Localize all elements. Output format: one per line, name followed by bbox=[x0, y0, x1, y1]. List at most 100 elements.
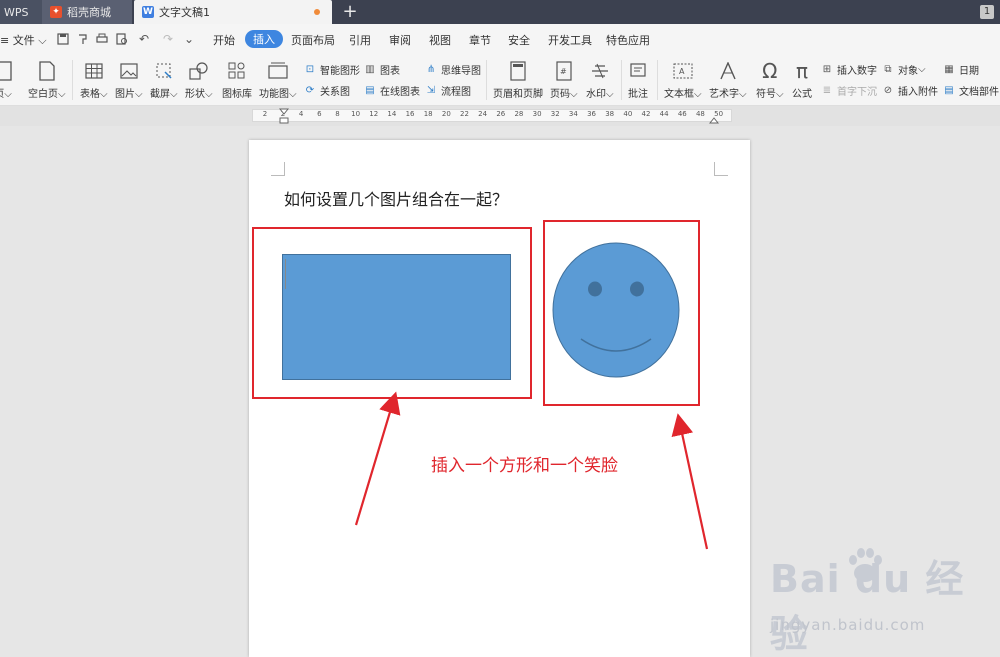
chevron-down-icon: ⌵ bbox=[34, 34, 47, 47]
function-chart-label: 功能图⌵ bbox=[259, 89, 297, 100]
icon-library-icon bbox=[226, 60, 248, 82]
watermark-button[interactable]: 水印⌵ bbox=[586, 60, 614, 100]
page-number-button[interactable]: # 页码⌵ bbox=[550, 60, 578, 100]
object-button[interactable]: ⧉ 对象 ⌵ bbox=[881, 62, 925, 77]
header-footer-button[interactable]: 页眉和页脚 bbox=[493, 60, 543, 100]
tab-insert[interactable]: 插入 bbox=[245, 30, 283, 48]
ruler-tick-label: 24 bbox=[478, 110, 488, 118]
watermark-icon bbox=[589, 60, 611, 82]
menu-file-button[interactable]: ≡ 文件 ⌵ bbox=[0, 32, 47, 48]
smart-shape-label: 智能图形 bbox=[320, 66, 360, 77]
tab-home[interactable]: 开始 bbox=[213, 32, 235, 48]
table-icon bbox=[83, 60, 105, 82]
ruler-tick-label: 30 bbox=[532, 110, 542, 118]
arrow-to-smiley bbox=[671, 413, 709, 550]
object-label: 对象 bbox=[898, 66, 918, 77]
pi-formula-icon: π bbox=[795, 59, 809, 83]
function-chart-button[interactable]: 功能图⌵ bbox=[259, 60, 297, 100]
right-indent-marker-icon[interactable] bbox=[709, 108, 719, 124]
tab-references[interactable]: 引用 bbox=[349, 32, 371, 48]
drop-cap-icon: ≣ bbox=[822, 85, 832, 96]
save-icon[interactable] bbox=[55, 31, 71, 47]
date-button[interactable]: ▦ 日期 bbox=[942, 62, 979, 77]
header-footer-label: 页眉和页脚 bbox=[493, 89, 543, 100]
writer-doc-icon: W bbox=[142, 6, 154, 18]
textbox-icon: A bbox=[672, 60, 694, 82]
screenshot-label: 截屏⌵ bbox=[150, 89, 178, 100]
picture-button[interactable]: 图片⌵ bbox=[115, 60, 143, 100]
symbol-label: 符号⌵ bbox=[756, 89, 784, 100]
menu-file-label: 文件 bbox=[12, 34, 35, 47]
screenshot-button[interactable]: 截屏⌵ bbox=[150, 60, 178, 100]
ruler-tick-label: 32 bbox=[550, 110, 560, 118]
ruler-tick-label: 48 bbox=[695, 110, 705, 118]
icon-library-button[interactable]: 图标库 bbox=[222, 60, 252, 100]
symbol-button[interactable]: Ω 符号⌵ bbox=[756, 59, 784, 100]
tab-security[interactable]: 安全 bbox=[508, 32, 530, 48]
table-button[interactable]: 表格⌵ bbox=[80, 60, 108, 100]
ribbon-divider bbox=[486, 60, 487, 100]
document-page[interactable]: 如何设置几个图片组合在一起？ 插入一个方形和一个笑脸 bbox=[249, 140, 750, 657]
quick-access-dropdown-icon[interactable]: ⌄ bbox=[181, 31, 197, 47]
ruler-tick-label: 14 bbox=[387, 110, 397, 118]
ruler-tick-label: 42 bbox=[641, 110, 651, 118]
print-icon[interactable] bbox=[94, 31, 110, 47]
print-preview-icon[interactable] bbox=[114, 31, 130, 47]
wordart-button[interactable]: 艺术字⌵ bbox=[709, 60, 747, 100]
tab-review[interactable]: 审阅 bbox=[389, 32, 411, 48]
mindmap-icon: ⋔ bbox=[426, 64, 436, 75]
flowchart-icon: ⇲ bbox=[426, 85, 436, 96]
shape-button[interactable]: 形状⌵ bbox=[185, 60, 213, 100]
date-label: 日期 bbox=[959, 66, 979, 77]
tab-wps-label: WPS bbox=[4, 5, 29, 19]
tab-page-layout[interactable]: 页面布局 bbox=[291, 32, 335, 48]
table-label: 表格⌵ bbox=[80, 89, 108, 100]
drop-cap-button[interactable]: ≣ 首字下沉 bbox=[820, 83, 877, 98]
watermark-label: 水印⌵ bbox=[586, 89, 614, 100]
ribbon-divider bbox=[657, 60, 658, 100]
cover-page-icon bbox=[0, 60, 14, 82]
insert-ribbon: 页⌵ 空白页⌵ 表格⌵ 图片⌵ 截屏⌵ 形状⌵ 图标库 功能图⌵ ⊡ 智能图形 ▥… bbox=[0, 54, 1000, 106]
tab-store-label: 稻壳商城 bbox=[67, 6, 111, 19]
relation-chart-button[interactable]: ⟳ 关系图 bbox=[303, 83, 350, 98]
smart-shape-button[interactable]: ⊡ 智能图形 bbox=[303, 62, 360, 77]
tab-special-apps[interactable]: 特色应用 bbox=[606, 32, 650, 48]
flowchart-button[interactable]: ⇲ 流程图 bbox=[424, 83, 471, 98]
tab-view[interactable]: 视图 bbox=[429, 32, 451, 48]
format-painter-icon[interactable] bbox=[75, 31, 91, 47]
redo-icon[interactable]: ↷ bbox=[160, 31, 176, 47]
ruler-tick-label: 44 bbox=[659, 110, 669, 118]
tab-docer-store[interactable]: ✦ 稻壳商城 bbox=[42, 0, 132, 24]
horizontal-ruler[interactable]: 2 2 4 6 8 10 12 14 16 18 20 22 24 26 28 30 32 34 36 38 40 42 4… bbox=[0, 106, 1000, 126]
textbox-label: 文本框⌵ bbox=[664, 89, 702, 100]
doc-part-button[interactable]: ▤ 文档部件 bbox=[942, 83, 999, 98]
comment-button[interactable]: 批注 bbox=[627, 60, 649, 100]
online-chart-label: 在线图表 bbox=[380, 87, 420, 98]
tab-wps[interactable]: WPS bbox=[0, 0, 42, 24]
textbox-button[interactable]: A 文本框⌵ bbox=[664, 60, 702, 100]
calendar-icon: ▦ bbox=[944, 64, 954, 75]
indent-marker-icon[interactable] bbox=[279, 108, 289, 124]
paperclip-icon: ⊘ bbox=[883, 85, 893, 96]
mindmap-button[interactable]: ⋔ 思维导图 bbox=[424, 62, 481, 77]
relation-chart-icon: ⟳ bbox=[305, 85, 315, 96]
insert-number-button[interactable]: ⊞ 插入数字 bbox=[820, 62, 877, 77]
chart-button[interactable]: ▥ 图表 bbox=[363, 62, 400, 77]
new-tab-plus-icon[interactable]: + bbox=[340, 1, 360, 23]
header-footer-icon bbox=[507, 60, 529, 82]
online-chart-button[interactable]: ▤ 在线图表 bbox=[363, 83, 420, 98]
blank-page-button[interactable]: 空白页⌵ bbox=[28, 60, 66, 100]
drop-cap-label: 首字下沉 bbox=[837, 87, 877, 98]
page-number-icon: # bbox=[553, 60, 575, 82]
undo-icon[interactable]: ↶ bbox=[136, 31, 152, 47]
insert-attachment-button[interactable]: ⊘ 插入附件 bbox=[881, 83, 938, 98]
ruler-tick-label: 20 bbox=[441, 110, 451, 118]
formula-button[interactable]: π 公式 bbox=[791, 59, 813, 100]
cover-page-button[interactable]: 页⌵ bbox=[0, 60, 14, 100]
ruler-tick-label: 10 bbox=[351, 110, 361, 118]
tab-chapter[interactable]: 章节 bbox=[469, 32, 491, 48]
tab-document[interactable]: W 文字文稿1 bbox=[134, 0, 332, 24]
paw-logo-icon bbox=[849, 548, 882, 582]
tab-developer-tools[interactable]: 开发工具 bbox=[548, 32, 592, 48]
annotation-text: 插入一个方形和一个笑脸 bbox=[431, 456, 618, 476]
